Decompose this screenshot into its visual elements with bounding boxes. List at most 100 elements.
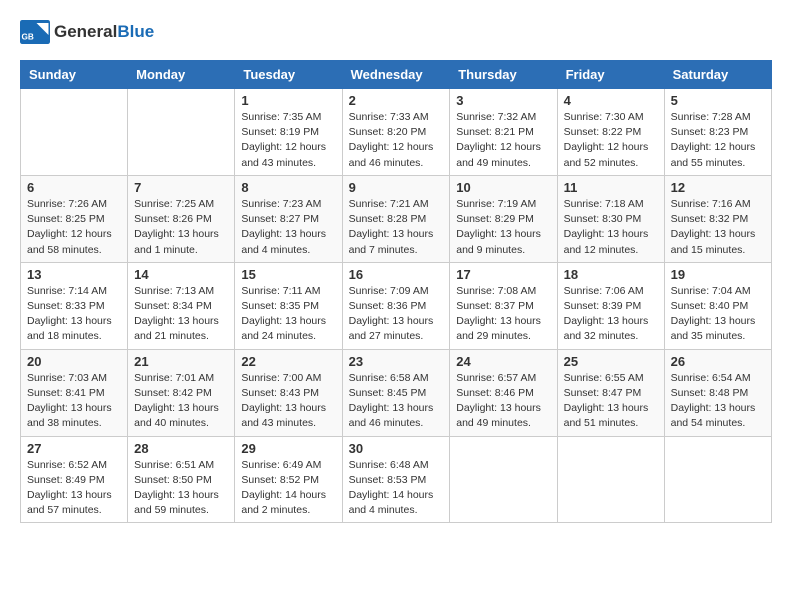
day-info: Sunrise: 7:23 AMSunset: 8:27 PMDaylight:… xyxy=(241,197,335,258)
day-info: Sunrise: 7:35 AMSunset: 8:19 PMDaylight:… xyxy=(241,110,335,171)
calendar-cell: 20 Sunrise: 7:03 AMSunset: 8:41 PMDayligh… xyxy=(21,349,128,436)
day-info: Sunrise: 7:01 AMSunset: 8:42 PMDaylight:… xyxy=(134,371,228,432)
week-row-4: 20 Sunrise: 7:03 AMSunset: 8:41 PMDayligh… xyxy=(21,349,772,436)
day-info: Sunrise: 7:04 AMSunset: 8:40 PMDaylight:… xyxy=(671,284,765,345)
day-number: 13 xyxy=(27,267,121,282)
day-info: Sunrise: 7:18 AMSunset: 8:30 PMDaylight:… xyxy=(564,197,658,258)
calendar-cell: 21 Sunrise: 7:01 AMSunset: 8:42 PMDayligh… xyxy=(128,349,235,436)
day-number: 12 xyxy=(671,180,765,195)
calendar-header-row: SundayMondayTuesdayWednesdayThursdayFrid… xyxy=(21,61,772,89)
calendar-cell: 14 Sunrise: 7:13 AMSunset: 8:34 PMDayligh… xyxy=(128,262,235,349)
day-number: 7 xyxy=(134,180,228,195)
day-number: 22 xyxy=(241,354,335,369)
day-number: 21 xyxy=(134,354,228,369)
day-number: 25 xyxy=(564,354,658,369)
calendar-cell: 10 Sunrise: 7:19 AMSunset: 8:29 PMDayligh… xyxy=(450,175,557,262)
calendar-cell: 22 Sunrise: 7:00 AMSunset: 8:43 PMDayligh… xyxy=(235,349,342,436)
day-number: 30 xyxy=(349,441,444,456)
day-info: Sunrise: 6:49 AMSunset: 8:52 PMDaylight:… xyxy=(241,458,335,519)
logo-blue-text: Blue xyxy=(117,22,154,41)
calendar-cell: 18 Sunrise: 7:06 AMSunset: 8:39 PMDayligh… xyxy=(557,262,664,349)
day-number: 10 xyxy=(456,180,550,195)
day-number: 5 xyxy=(671,93,765,108)
day-number: 8 xyxy=(241,180,335,195)
calendar-cell: 4 Sunrise: 7:30 AMSunset: 8:22 PMDaylight… xyxy=(557,89,664,176)
day-info: Sunrise: 7:19 AMSunset: 8:29 PMDaylight:… xyxy=(456,197,550,258)
day-info: Sunrise: 7:08 AMSunset: 8:37 PMDaylight:… xyxy=(456,284,550,345)
calendar-cell: 11 Sunrise: 7:18 AMSunset: 8:30 PMDayligh… xyxy=(557,175,664,262)
calendar-cell: 28 Sunrise: 6:51 AMSunset: 8:50 PMDayligh… xyxy=(128,436,235,523)
day-number: 1 xyxy=(241,93,335,108)
calendar-cell: 19 Sunrise: 7:04 AMSunset: 8:40 PMDayligh… xyxy=(664,262,771,349)
column-header-friday: Friday xyxy=(557,61,664,89)
calendar-cell: 15 Sunrise: 7:11 AMSunset: 8:35 PMDayligh… xyxy=(235,262,342,349)
calendar-cell: 26Sunrise: 6:54 AMSunset: 8:48 PMDayligh… xyxy=(664,349,771,436)
day-info: Sunrise: 7:28 AMSunset: 8:23 PMDaylight:… xyxy=(671,110,765,171)
column-header-sunday: Sunday xyxy=(21,61,128,89)
calendar-cell: 6 Sunrise: 7:26 AMSunset: 8:25 PMDaylight… xyxy=(21,175,128,262)
calendar-cell: 25 Sunrise: 6:55 AMSunset: 8:47 PMDayligh… xyxy=(557,349,664,436)
day-info: Sunrise: 7:09 AMSunset: 8:36 PMDaylight:… xyxy=(349,284,444,345)
week-row-1: 1 Sunrise: 7:35 AMSunset: 8:19 PMDaylight… xyxy=(21,89,772,176)
calendar-cell: 16Sunrise: 7:09 AMSunset: 8:36 PMDayligh… xyxy=(342,262,450,349)
day-number: 6 xyxy=(27,180,121,195)
calendar-cell xyxy=(21,89,128,176)
calendar-cell: 24 Sunrise: 6:57 AMSunset: 8:46 PMDayligh… xyxy=(450,349,557,436)
day-number: 26 xyxy=(671,354,765,369)
day-info: Sunrise: 7:06 AMSunset: 8:39 PMDaylight:… xyxy=(564,284,658,345)
calendar-cell xyxy=(450,436,557,523)
day-info: Sunrise: 6:51 AMSunset: 8:50 PMDaylight:… xyxy=(134,458,228,519)
calendar-cell: 2Sunrise: 7:33 AMSunset: 8:20 PMDaylight… xyxy=(342,89,450,176)
calendar-cell: 23Sunrise: 6:58 AMSunset: 8:45 PMDayligh… xyxy=(342,349,450,436)
day-number: 19 xyxy=(671,267,765,282)
day-info: Sunrise: 6:57 AMSunset: 8:46 PMDaylight:… xyxy=(456,371,550,432)
day-number: 17 xyxy=(456,267,550,282)
column-header-saturday: Saturday xyxy=(664,61,771,89)
day-number: 14 xyxy=(134,267,228,282)
day-info: Sunrise: 7:13 AMSunset: 8:34 PMDaylight:… xyxy=(134,284,228,345)
day-info: Sunrise: 7:00 AMSunset: 8:43 PMDaylight:… xyxy=(241,371,335,432)
day-number: 4 xyxy=(564,93,658,108)
day-info: Sunrise: 7:11 AMSunset: 8:35 PMDaylight:… xyxy=(241,284,335,345)
calendar-cell: 7 Sunrise: 7:25 AMSunset: 8:26 PMDaylight… xyxy=(128,175,235,262)
day-number: 9 xyxy=(349,180,444,195)
page-header: GB GeneralBlue xyxy=(20,20,772,44)
calendar-table: SundayMondayTuesdayWednesdayThursdayFrid… xyxy=(20,60,772,523)
day-info: Sunrise: 6:58 AMSunset: 8:45 PMDaylight:… xyxy=(349,371,444,432)
day-info: Sunrise: 7:26 AMSunset: 8:25 PMDaylight:… xyxy=(27,197,121,258)
day-number: 20 xyxy=(27,354,121,369)
day-info: Sunrise: 6:48 AMSunset: 8:53 PMDaylight:… xyxy=(349,458,444,519)
day-number: 15 xyxy=(241,267,335,282)
calendar-cell: 27Sunrise: 6:52 AMSunset: 8:49 PMDayligh… xyxy=(21,436,128,523)
calendar-cell: 12Sunrise: 7:16 AMSunset: 8:32 PMDayligh… xyxy=(664,175,771,262)
week-row-3: 13 Sunrise: 7:14 AMSunset: 8:33 PMDayligh… xyxy=(21,262,772,349)
calendar-cell xyxy=(128,89,235,176)
day-number: 29 xyxy=(241,441,335,456)
calendar-cell: 5 Sunrise: 7:28 AMSunset: 8:23 PMDaylight… xyxy=(664,89,771,176)
day-info: Sunrise: 7:03 AMSunset: 8:41 PMDaylight:… xyxy=(27,371,121,432)
day-info: Sunrise: 7:25 AMSunset: 8:26 PMDaylight:… xyxy=(134,197,228,258)
column-header-monday: Monday xyxy=(128,61,235,89)
column-header-wednesday: Wednesday xyxy=(342,61,450,89)
day-info: Sunrise: 7:30 AMSunset: 8:22 PMDaylight:… xyxy=(564,110,658,171)
logo-icon: GB xyxy=(20,20,50,44)
day-info: Sunrise: 7:14 AMSunset: 8:33 PMDaylight:… xyxy=(27,284,121,345)
day-info: Sunrise: 7:21 AMSunset: 8:28 PMDaylight:… xyxy=(349,197,444,258)
calendar-cell: 8 Sunrise: 7:23 AMSunset: 8:27 PMDaylight… xyxy=(235,175,342,262)
svg-text:GB: GB xyxy=(22,33,34,42)
day-number: 24 xyxy=(456,354,550,369)
calendar-cell xyxy=(664,436,771,523)
column-header-tuesday: Tuesday xyxy=(235,61,342,89)
calendar-cell xyxy=(557,436,664,523)
calendar-cell: 1 Sunrise: 7:35 AMSunset: 8:19 PMDaylight… xyxy=(235,89,342,176)
day-info: Sunrise: 6:55 AMSunset: 8:47 PMDaylight:… xyxy=(564,371,658,432)
calendar-cell: 13 Sunrise: 7:14 AMSunset: 8:33 PMDayligh… xyxy=(21,262,128,349)
day-number: 28 xyxy=(134,441,228,456)
day-number: 11 xyxy=(564,180,658,195)
calendar-cell: 29 Sunrise: 6:49 AMSunset: 8:52 PMDayligh… xyxy=(235,436,342,523)
day-number: 3 xyxy=(456,93,550,108)
day-info: Sunrise: 7:33 AMSunset: 8:20 PMDaylight:… xyxy=(349,110,444,171)
logo: GB GeneralBlue xyxy=(20,20,154,44)
day-number: 18 xyxy=(564,267,658,282)
calendar-cell: 9 Sunrise: 7:21 AMSunset: 8:28 PMDaylight… xyxy=(342,175,450,262)
